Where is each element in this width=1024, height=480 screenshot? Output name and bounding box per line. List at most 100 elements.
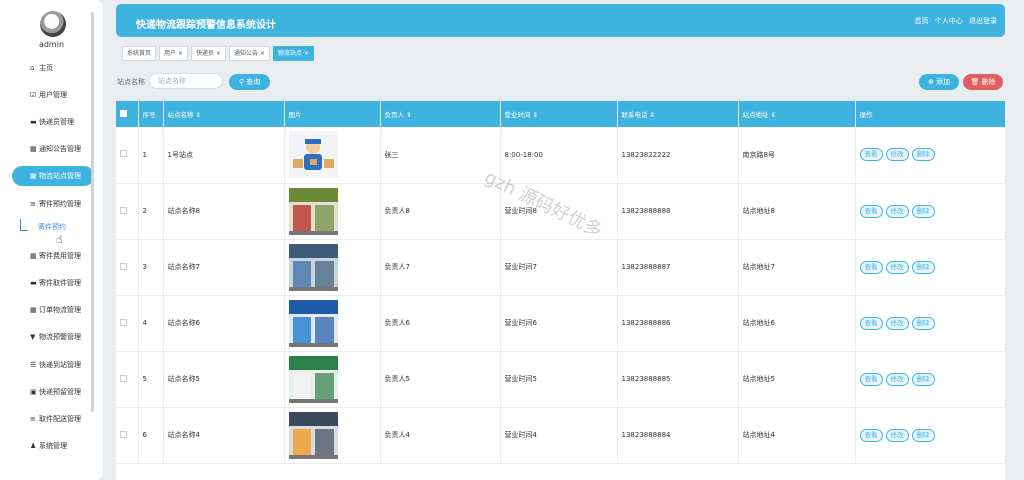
search-button[interactable]: ⚲ 查询 <box>229 74 270 90</box>
sidebar-item-label: 通知公告管理 <box>39 145 81 153</box>
cell-actions: 查看 修改 删除 <box>855 295 1005 352</box>
column-header[interactable]: 站点名称 ⇕ <box>163 101 285 127</box>
cell-no: 1 <box>138 127 164 184</box>
logout-link[interactable]: 退出登录 <box>969 17 997 25</box>
view-button[interactable]: 查看 <box>859 148 883 162</box>
cell-phone: 13823888884 <box>617 407 739 464</box>
sidebar-item-pickup[interactable]: ▬ 寄件取件管理 <box>12 273 94 293</box>
column-header: 序号 <box>138 101 164 127</box>
sidebar-item-stations[interactable]: ▦ 物流站点管理 <box>12 166 94 186</box>
top-header: 快递物流跟踪预警信息系统设计 首页 个人中心 退出登录 <box>116 4 1005 37</box>
row-checkbox[interactable] <box>116 183 139 240</box>
row-checkbox[interactable] <box>116 295 139 352</box>
select-all-checkbox[interactable] <box>116 101 139 127</box>
cell-image <box>284 183 381 240</box>
sidebar-item-label: 物流站点管理 <box>39 172 81 180</box>
row-checkbox[interactable] <box>116 127 139 184</box>
cell-hours: 8:00-18:00 <box>500 127 618 184</box>
search-input[interactable]: 站点名称 <box>149 73 223 89</box>
column-header[interactable]: 营业时间 ⇕ <box>500 101 618 127</box>
edit-button[interactable]: 修改 <box>885 428 909 442</box>
view-button[interactable]: 查看 <box>859 316 883 330</box>
cell-no: 6 <box>138 407 164 464</box>
cell-image <box>284 295 381 352</box>
sidebar-item-label: 主页 <box>39 64 53 72</box>
add-button[interactable]: ⊕ 添加 <box>919 74 959 90</box>
courier-illustration <box>288 131 338 179</box>
table-row: 6 站点名称4 负责人4 营业时间4 13823888884 站点地址4 查看 修改 删除 <box>116 407 1005 464</box>
view-button[interactable]: 查看 <box>859 428 883 442</box>
column-header[interactable]: 负责人 ⇕ <box>380 101 501 127</box>
tab-stations[interactable]: 物流站点 × <box>272 46 314 61</box>
view-button[interactable]: 查看 <box>859 372 883 386</box>
cell-hours: 营业时间7 <box>500 239 618 296</box>
sidebar-item-send-fee[interactable]: ▦ 寄件费用管理 <box>12 246 94 266</box>
sidebar-item-users[interactable]: ☑ 用户管理 <box>12 85 94 105</box>
close-icon[interactable]: × <box>260 50 265 57</box>
cell-phone: 13823888887 <box>617 239 739 296</box>
cell-no: 5 <box>138 351 164 408</box>
row-delete-button[interactable]: 删除 <box>911 260 935 274</box>
close-icon[interactable]: × <box>216 50 221 57</box>
sidebar-item-send-booking[interactable]: ≡ 寄件预约管理 <box>12 194 94 214</box>
grid-icon: ▦ <box>30 145 37 153</box>
edit-button[interactable]: 修改 <box>885 372 909 386</box>
tab-users[interactable]: 用户 × <box>159 46 188 61</box>
edit-button[interactable]: 修改 <box>885 148 909 162</box>
close-icon[interactable]: × <box>304 50 309 57</box>
submenu-send-booking[interactable]: 寄件预约 <box>38 222 66 232</box>
sidebar-item-delivery[interactable]: ≡ 取件配送管理 <box>12 409 94 429</box>
sidebar-scrollbar[interactable] <box>91 12 94 412</box>
row-delete-button[interactable]: 删除 <box>911 316 935 330</box>
cell-name: 站点名称8 <box>163 183 285 240</box>
cell-no: 3 <box>138 239 164 296</box>
sort-icon[interactable]: ⇕ <box>533 111 538 119</box>
edit-button[interactable]: 修改 <box>885 260 909 274</box>
row-checkbox[interactable] <box>116 239 139 296</box>
tab-notices[interactable]: 通知公告 × <box>228 46 270 61</box>
view-button[interactable]: 查看 <box>859 260 883 274</box>
cell-phone: 13823888888 <box>617 183 739 240</box>
clipboard-icon: ▣ <box>30 388 37 396</box>
tab-couriers[interactable]: 快递员 × <box>190 46 226 61</box>
sidebar-item-order-logistics[interactable]: ▦ 订单物流管理 <box>12 300 94 320</box>
sidebar-item-notices[interactable]: ▦ 通知公告管理 <box>12 139 94 159</box>
sort-icon[interactable]: ⇕ <box>771 111 776 119</box>
row-delete-button[interactable]: 删除 <box>911 372 935 386</box>
cell-phone: 13823888886 <box>617 295 739 352</box>
table-row: 1 1号站点 张三 8:00-18:00 13823822222 南京路8号 查看 修改 删除 <box>116 127 1005 184</box>
sort-icon[interactable]: ⇕ <box>406 111 411 119</box>
cell-name: 站点名称5 <box>163 351 285 408</box>
avatar[interactable] <box>40 11 66 37</box>
sidebar-item-label: 快递预留管理 <box>39 388 81 396</box>
close-icon[interactable]: × <box>178 50 183 57</box>
row-delete-button[interactable]: 删除 <box>911 204 935 218</box>
sidebar-item-system[interactable]: ♟ 系统管理 <box>12 436 94 456</box>
tab-home[interactable]: 系统首页 <box>122 46 157 61</box>
edit-button[interactable]: 修改 <box>885 204 909 218</box>
row-checkbox[interactable] <box>116 351 139 408</box>
profile-link[interactable]: 个人中心 <box>935 17 963 25</box>
sidebar-item-warning[interactable]: ▼ 物流预警管理 <box>12 327 94 347</box>
row-checkbox[interactable] <box>116 407 139 464</box>
sidebar-item-arrival[interactable]: ☰ 快递到站管理 <box>12 355 94 375</box>
data-table: 序号 站点名称 ⇕ 图片 负责人 ⇕ 营业时间 ⇕ 联系电话 ⇕ 站点地址 ⇕ … <box>116 101 1005 480</box>
cell-hours: 营业时间8 <box>500 183 618 240</box>
sidebar-item-couriers[interactable]: ▬ 快递员管理 <box>12 112 94 132</box>
sort-icon[interactable]: ⇕ <box>650 111 655 119</box>
sidebar-item-reserve[interactable]: ▣ 快递预留管理 <box>12 382 94 402</box>
column-header[interactable]: 联系电话 ⇕ <box>617 101 739 127</box>
sort-icon[interactable]: ⇕ <box>196 111 201 119</box>
column-header[interactable]: 站点地址 ⇕ <box>738 101 856 127</box>
edit-button[interactable]: 修改 <box>885 316 909 330</box>
delete-button[interactable]: 🗑 删除 <box>963 74 1003 90</box>
row-delete-button[interactable]: 删除 <box>911 148 935 162</box>
view-button[interactable]: 查看 <box>859 204 883 218</box>
sidebar-item-home[interactable]: ⌂ 主页 <box>12 58 94 78</box>
cell-actions: 查看 修改 删除 <box>855 239 1005 296</box>
home-link[interactable]: 首页 <box>915 17 929 25</box>
row-delete-button[interactable]: 删除 <box>911 428 935 442</box>
cell-actions: 查看 修改 删除 <box>855 183 1005 240</box>
cell-no: 2 <box>138 183 164 240</box>
table-row: 3 站点名称7 负责人7 营业时间7 13823888887 站点地址7 查看 修改 删除 <box>116 239 1005 296</box>
